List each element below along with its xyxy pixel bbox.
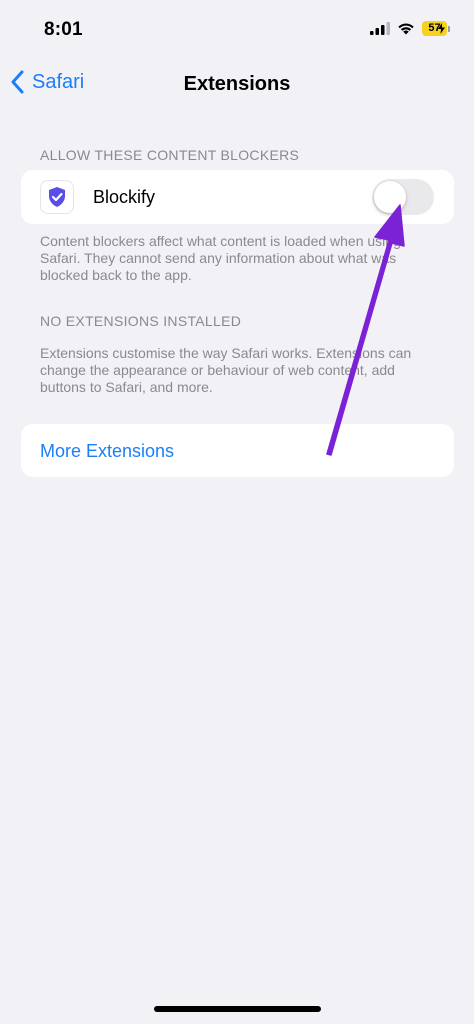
charging-bolt-icon xyxy=(438,23,445,34)
blockify-toggle[interactable] xyxy=(372,179,434,215)
chevron-left-icon xyxy=(11,70,24,94)
content-blockers-footer: Content blockers affect what content is … xyxy=(40,233,401,283)
wifi-icon xyxy=(398,23,414,35)
back-button[interactable]: Safari xyxy=(10,70,84,94)
blocker-name: Blockify xyxy=(93,187,156,207)
content-blockers-header: ALLOW THESE CONTENT BLOCKERS xyxy=(40,147,300,163)
more-extensions-label: More Extensions xyxy=(40,441,175,461)
status-indicators: 57 xyxy=(370,21,450,36)
toggle-knob[interactable] xyxy=(374,181,406,213)
blockify-app-icon xyxy=(40,180,74,214)
home-indicator[interactable] xyxy=(154,1006,321,1012)
status-bar: 8:01 57 xyxy=(0,0,474,60)
more-extensions-button[interactable]: More Extensions xyxy=(21,424,454,477)
extensions-footer: Extensions customise the way Safari work… xyxy=(40,345,412,395)
content-blocker-row: Blockify xyxy=(21,170,454,224)
battery-indicator: 57 xyxy=(422,21,450,36)
navigation-bar: Extensions Safari xyxy=(0,62,474,106)
shield-check-icon xyxy=(49,187,65,207)
status-time: 8:01 xyxy=(44,19,83,40)
battery-cap xyxy=(448,25,450,32)
back-button-label: Safari xyxy=(32,70,85,93)
cellular-signal-icon xyxy=(370,22,390,35)
extensions-header: NO EXTENSIONS INSTALLED xyxy=(40,313,242,329)
